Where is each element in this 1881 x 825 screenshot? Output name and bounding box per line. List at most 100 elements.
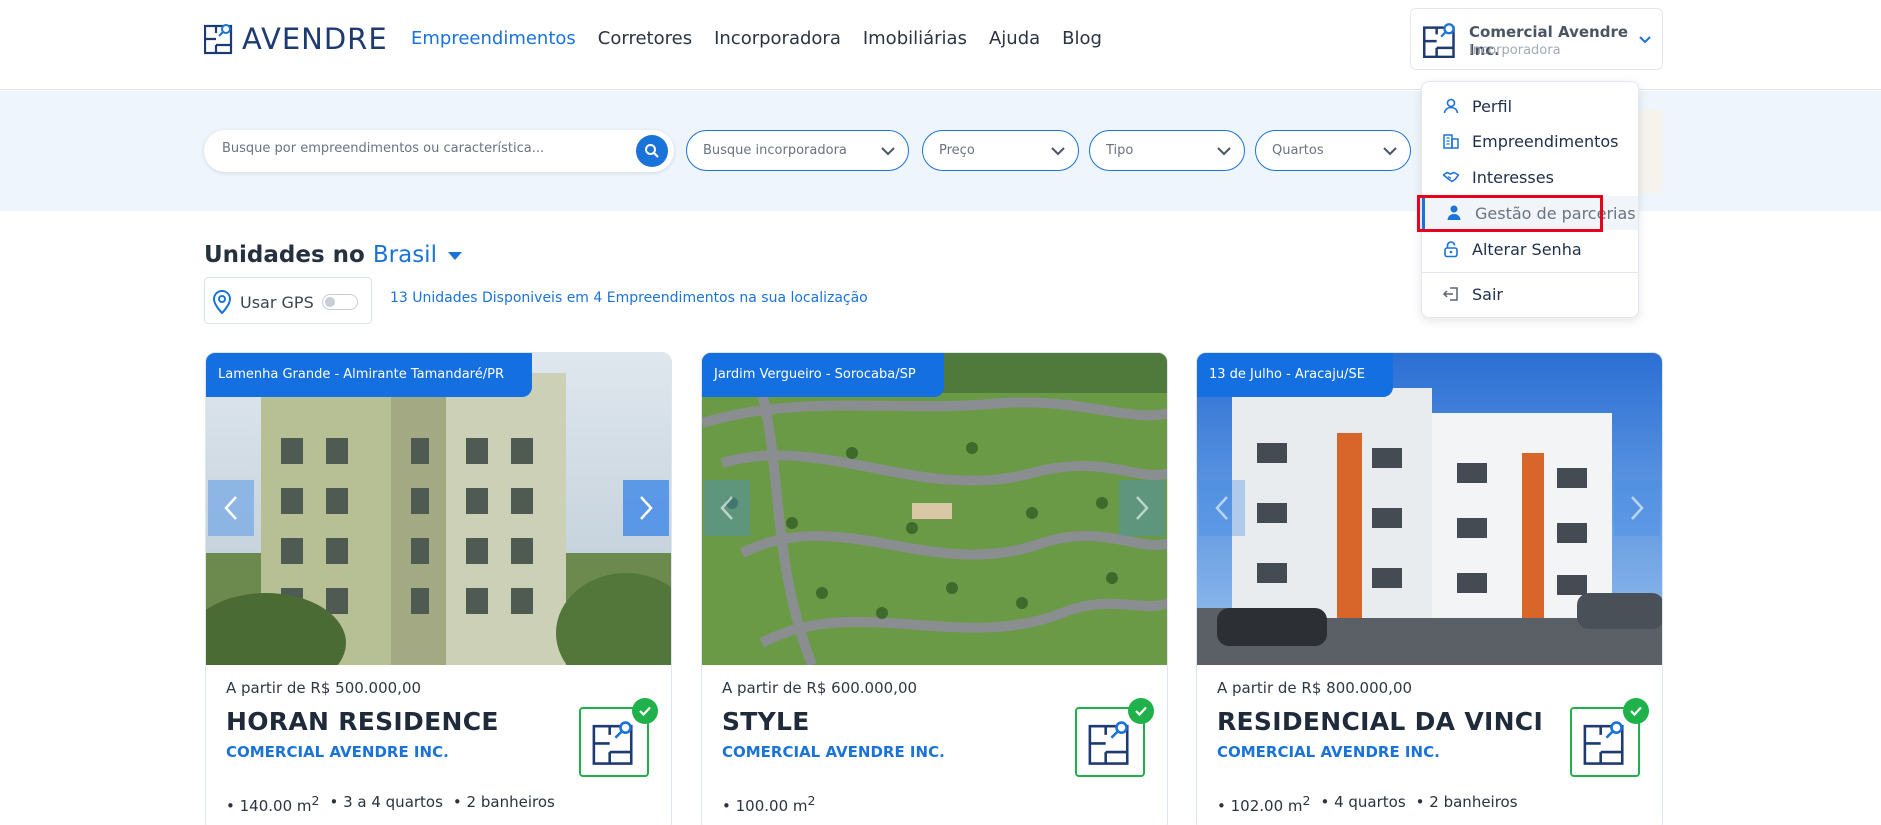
- property-photo: [206, 353, 671, 665]
- nav-ajuda[interactable]: Ajuda: [989, 28, 1040, 49]
- baths-value: 2 banheiros: [466, 793, 555, 811]
- nav-blog[interactable]: Blog: [1062, 28, 1102, 49]
- incorporadora-select-label: Busque incorporadora: [703, 143, 847, 158]
- verified-badge-icon: [1128, 698, 1154, 724]
- main-nav: Empreendimentos Corretores Incorporadora…: [411, 28, 1102, 49]
- baths-value: 2 banheiros: [1429, 793, 1518, 811]
- developer-logo-icon: [1583, 721, 1624, 765]
- property-name: HORAN RESIDENCE: [226, 707, 499, 736]
- caret-down-icon[interactable]: [447, 250, 463, 262]
- chevron-right-icon: [640, 496, 653, 520]
- property-photo: [702, 353, 1167, 665]
- gps-toggle[interactable]: [322, 294, 358, 310]
- logo-mark-icon: [204, 24, 233, 55]
- menu-divider: [1422, 272, 1638, 273]
- menu-item-label: Alterar Senha: [1472, 240, 1582, 259]
- nav-imobiliarias[interactable]: Imobiliárias: [863, 28, 967, 49]
- lock-icon: [1444, 241, 1458, 258]
- company-name[interactable]: COMERCIAL AVENDRE INC.: [722, 743, 945, 761]
- section-title: Unidades no Brasil: [204, 242, 463, 268]
- nav-corretores[interactable]: Corretores: [598, 28, 692, 49]
- area-value: 102.00 m: [1230, 797, 1303, 815]
- company-logo-icon: [1423, 23, 1455, 58]
- location-tag: 13 de Julho - Aracaju/SE: [1197, 353, 1393, 397]
- carousel-prev-button[interactable]: [704, 480, 750, 536]
- carousel-prev-button[interactable]: [1199, 480, 1245, 536]
- building-icon: [1443, 134, 1459, 149]
- property-card[interactable]: Jardim Vergueiro - Sorocaba/SP A partir …: [701, 352, 1168, 825]
- availability-text: 13 Unidades Disponiveis em 4 Empreendime…: [390, 290, 868, 306]
- chevron-right-icon: [1631, 496, 1644, 520]
- property-card[interactable]: 13 de Julho - Aracaju/SE A partir de R$ …: [1196, 352, 1663, 825]
- rooms-value: 4 quartos: [1334, 793, 1406, 811]
- chevron-down-icon: [1383, 147, 1397, 156]
- search-icon: [645, 144, 659, 158]
- search-button[interactable]: [636, 135, 668, 167]
- location-tag: Lamenha Grande - Almirante Tamandaré/PR: [206, 353, 532, 397]
- chevron-left-icon: [224, 496, 237, 520]
- menu-item-perfil[interactable]: Perfil: [1422, 89, 1638, 123]
- developer-logo-icon: [592, 721, 633, 765]
- menu-item-label: Empreendimentos: [1472, 132, 1619, 151]
- top-header: AVENDRE Empreendimentos Corretores Incor…: [0, 0, 1881, 90]
- menu-item-empreendimentos[interactable]: Empreendimentos: [1422, 124, 1638, 158]
- avendre-logo[interactable]: AVENDRE: [204, 22, 388, 56]
- menu-item-alterar-senha[interactable]: Alterar Senha: [1422, 232, 1638, 266]
- features: • 100.00 m2: [722, 793, 815, 815]
- quartos-select-label: Quartos: [1272, 143, 1324, 158]
- property-card[interactable]: Lamenha Grande - Almirante Tamandaré/PR …: [205, 352, 672, 825]
- area-feature: • 102.00 m2: [1217, 793, 1311, 815]
- property-name: RESIDENCIAL DA VINCI: [1217, 707, 1544, 736]
- property-photo: [1197, 353, 1662, 665]
- location-selector[interactable]: Brasil: [373, 242, 437, 268]
- search-input[interactable]: [222, 141, 622, 156]
- carousel-next-button[interactable]: [1614, 480, 1660, 536]
- carousel-next-button[interactable]: [1119, 480, 1165, 536]
- area-unit-superscript: 2: [807, 793, 816, 808]
- company-name[interactable]: COMERCIAL AVENDRE INC.: [1217, 743, 1440, 761]
- tipo-select-label: Tipo: [1106, 143, 1134, 158]
- features: • 102.00 m2 • 4 quartos • 2 banheiros: [1217, 793, 1518, 815]
- preco-select[interactable]: Preço: [922, 130, 1079, 171]
- chevron-down-icon: [1051, 147, 1065, 156]
- carousel-prev-button[interactable]: [208, 480, 254, 536]
- toggle-knob: [325, 297, 335, 307]
- logout-icon: [1442, 287, 1458, 301]
- verified-badge-icon: [632, 698, 658, 724]
- rooms-feature: • 4 quartos: [1320, 793, 1406, 811]
- incorporadora-select[interactable]: Busque incorporadora: [686, 130, 909, 171]
- area-feature: • 140.00 m2: [226, 793, 320, 815]
- baths-feature: • 2 banheiros: [1415, 793, 1518, 811]
- area-value: 100.00 m: [735, 797, 808, 815]
- selection-highlight-box: [1417, 195, 1603, 232]
- gps-label: Usar GPS: [240, 293, 314, 312]
- gps-toggle-box: Usar GPS: [204, 277, 372, 324]
- area-value: 140.00 m: [239, 797, 312, 815]
- nav-empreendimentos[interactable]: Empreendimentos: [411, 28, 576, 49]
- location-tag: Jardim Vergueiro - Sorocaba/SP: [702, 353, 944, 397]
- chevron-right-icon: [1136, 496, 1149, 520]
- carousel-next-button[interactable]: [623, 480, 669, 536]
- user-icon: [1443, 98, 1459, 114]
- developer-logo-icon: [1088, 721, 1129, 765]
- handshake-icon: [1442, 171, 1460, 183]
- search-box: [204, 130, 674, 172]
- price: A partir de R$ 800.000,00: [1217, 679, 1413, 697]
- menu-item-interesses[interactable]: Interesses: [1422, 160, 1638, 194]
- area-unit-superscript: 2: [311, 793, 320, 808]
- tipo-select[interactable]: Tipo: [1089, 130, 1245, 171]
- account-switcher[interactable]: Comercial Avendre Inc. Incorporadora: [1410, 8, 1663, 70]
- map-pin-icon: [212, 289, 232, 315]
- area-feature: • 100.00 m2: [722, 793, 816, 815]
- area-unit-superscript: 2: [1302, 793, 1311, 808]
- preco-select-label: Preço: [939, 143, 975, 158]
- chevron-left-icon: [1215, 496, 1228, 520]
- nav-incorporadora[interactable]: Incorporadora: [714, 28, 841, 49]
- chevron-down-icon: [1217, 147, 1231, 156]
- quartos-select[interactable]: Quartos: [1255, 130, 1411, 171]
- logo-text: AVENDRE: [242, 22, 388, 56]
- menu-item-sair[interactable]: Sair: [1422, 277, 1638, 311]
- company-name[interactable]: COMERCIAL AVENDRE INC.: [226, 743, 449, 761]
- rooms-value: 3 a 4 quartos: [343, 793, 443, 811]
- verified-badge-icon: [1623, 698, 1649, 724]
